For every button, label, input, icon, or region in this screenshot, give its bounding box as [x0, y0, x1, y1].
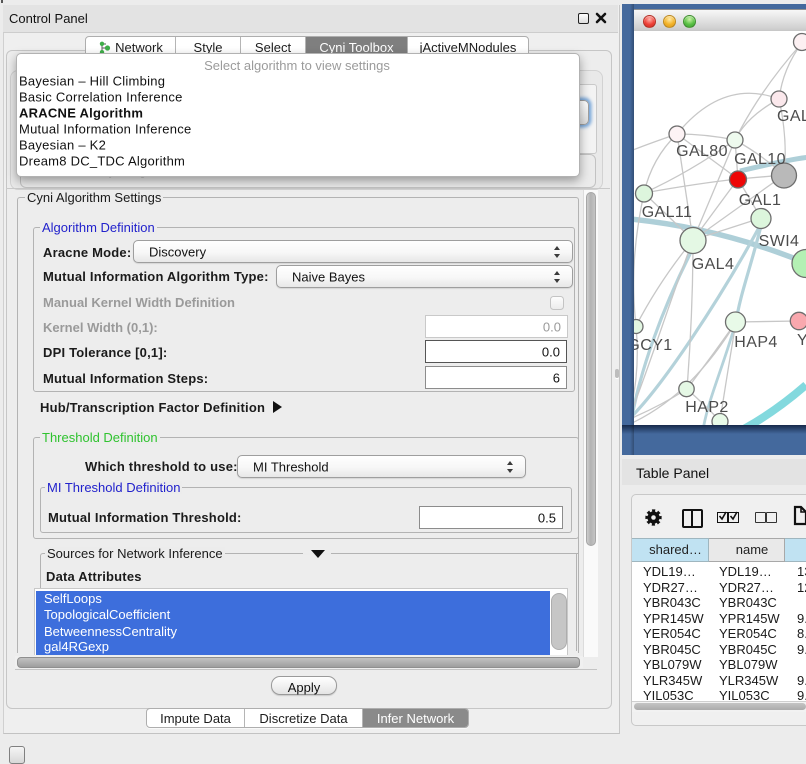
- svg-text:GCY1: GCY1: [634, 337, 673, 354]
- svg-text:GAL10: GAL10: [734, 151, 786, 168]
- svg-text:GAL80: GAL80: [676, 143, 728, 160]
- svg-text:GAL11: GAL11: [642, 204, 693, 221]
- svg-text:GAL4: GAL4: [692, 256, 735, 273]
- svg-text:Y: Y: [797, 332, 806, 349]
- svg-text:GAL7: GAL7: [777, 108, 806, 125]
- svg-text:HAP2: HAP2: [685, 399, 728, 416]
- svg-text:SWI4: SWI4: [759, 233, 800, 250]
- svg-text:GAL1: GAL1: [739, 192, 782, 209]
- svg-text:HAP4: HAP4: [734, 334, 777, 351]
